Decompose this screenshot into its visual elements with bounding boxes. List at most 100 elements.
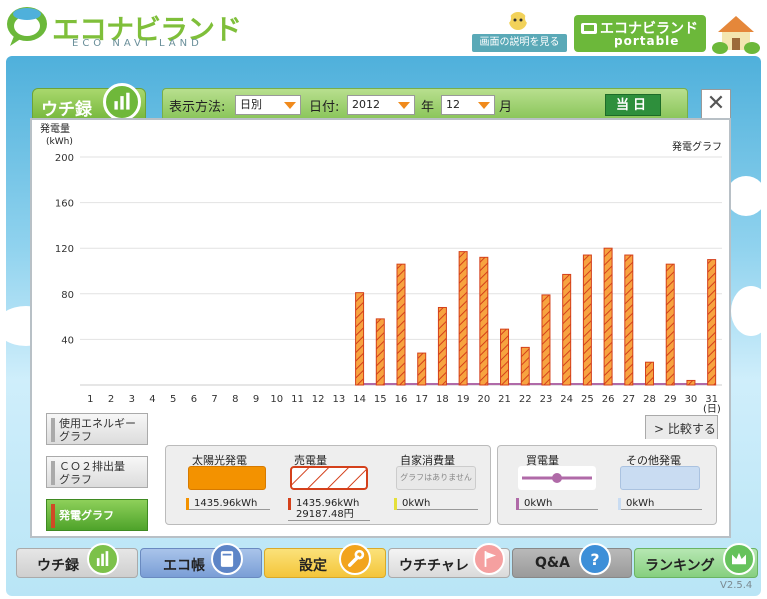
nav-ranking[interactable]: ランキング xyxy=(634,543,758,578)
marker xyxy=(618,498,621,510)
bar-day-31[interactable] xyxy=(707,259,717,386)
bar-day-16[interactable] xyxy=(396,263,406,386)
x-tick-label: 5 xyxy=(170,394,176,405)
button-label: 使用エネルギー xyxy=(59,417,136,430)
x-tick-label: 24 xyxy=(560,394,573,405)
x-tick-label: 19 xyxy=(457,394,470,405)
bar-chart-icon xyxy=(87,543,119,575)
month-value: 12 xyxy=(446,98,460,111)
nav-qa[interactable]: Q&A ? xyxy=(512,543,632,578)
x-tick-label: 8 xyxy=(232,394,238,405)
x-tick-label: 22 xyxy=(519,394,532,405)
x-tick-label: 10 xyxy=(270,394,283,405)
bar-day-21[interactable] xyxy=(500,328,510,386)
x-tick-label: 3 xyxy=(129,394,135,405)
nav-label: ウチ録 xyxy=(37,558,79,574)
y-tick-label: 80 xyxy=(61,290,74,301)
x-tick-label: 30 xyxy=(685,394,698,405)
x-tick-label: 26 xyxy=(602,394,615,405)
x-tick-label: 18 xyxy=(436,394,449,405)
nav-settings[interactable]: 設定 xyxy=(264,543,386,578)
generation-graph-button[interactable]: 発電グラフ xyxy=(46,499,148,531)
energy-usage-graph-button[interactable]: 使用エネルギー グラフ xyxy=(46,413,148,445)
sold-yen-text: 29187.48円 xyxy=(296,509,354,520)
bar-day-18[interactable] xyxy=(437,306,447,386)
question-icon: ? xyxy=(579,543,611,575)
compare-label: 比較する xyxy=(667,422,716,436)
dropdown-arrow-icon xyxy=(398,102,410,109)
bar-day-25[interactable] xyxy=(582,254,592,386)
nav-uchichalle[interactable]: ウチチャレ xyxy=(388,543,510,578)
bought-value: 0kWh xyxy=(516,498,598,510)
version-label: V2.5.4 xyxy=(720,580,753,591)
cloud xyxy=(726,176,766,216)
bar-day-29[interactable] xyxy=(665,263,675,386)
bar-day-22[interactable] xyxy=(520,346,530,386)
tab-uchiroku[interactable]: ウチ録 xyxy=(32,83,146,122)
bar-day-20[interactable] xyxy=(479,256,489,386)
tab-uchiroku-label: ウチ録 xyxy=(41,100,92,120)
bought-swatch xyxy=(518,466,596,490)
flag-icon xyxy=(473,543,505,575)
close-button[interactable]: ✕ xyxy=(701,89,731,119)
button-label: グラフ xyxy=(59,430,92,443)
other-generation-value-text: 0kWh xyxy=(626,498,655,509)
x-tick-label: 29 xyxy=(664,394,677,405)
marker xyxy=(288,498,291,510)
bar-day-14[interactable] xyxy=(355,292,365,386)
x-tick-label: 25 xyxy=(581,394,594,405)
nav-label: Q&A xyxy=(535,555,570,571)
marker xyxy=(516,498,519,510)
nav-label: ウチチャレ xyxy=(399,558,469,574)
bar-day-27[interactable] xyxy=(624,254,634,386)
x-tick-label: 15 xyxy=(374,394,387,405)
crown-icon xyxy=(723,543,755,575)
svg-text:?: ? xyxy=(590,550,599,569)
bar-day-24[interactable] xyxy=(562,273,572,386)
self-consumption-value: 0kWh xyxy=(394,498,478,510)
year-select[interactable]: 2012 xyxy=(347,95,415,115)
bar-day-23[interactable] xyxy=(541,294,551,386)
x-tick-label: 12 xyxy=(312,394,325,405)
house-icon[interactable] xyxy=(712,12,760,54)
button-label: 発電グラフ xyxy=(59,509,114,522)
month-select[interactable]: 12 xyxy=(441,95,495,115)
x-tick-label: 23 xyxy=(540,394,553,405)
bar-day-30[interactable] xyxy=(686,379,696,386)
nav-label: ランキング xyxy=(645,558,715,574)
indicator-bar xyxy=(51,461,55,485)
year-label: 年 xyxy=(421,100,435,115)
other-generation-swatch xyxy=(620,466,700,490)
compare-tab[interactable]: > 比較する xyxy=(645,415,718,439)
bar-day-26[interactable] xyxy=(603,247,613,386)
y-tick-label: 160 xyxy=(55,199,74,210)
nav-ecocho[interactable]: エコ帳 xyxy=(140,543,262,578)
bar-day-28[interactable] xyxy=(645,361,655,386)
portable-button[interactable]: エコナビランド portable xyxy=(574,15,706,52)
nav-uchiroku[interactable]: ウチ録 xyxy=(16,543,138,578)
generation-bar-chart: 40801201602001 2 3 4 5 6 7 8 9 10 11 12 13 14 15 16 17 18… xyxy=(55,153,722,405)
self-consumption-value-text: 0kWh xyxy=(402,498,431,509)
helper-character-icon xyxy=(505,12,531,30)
bar-day-17[interactable] xyxy=(417,352,427,386)
bar-chart-icon xyxy=(103,83,141,121)
display-method-value: 日別 xyxy=(240,98,262,111)
y-axis-label: 発電量 xyxy=(40,124,70,135)
x-tick-label: 13 xyxy=(333,394,346,405)
x-tick-label: 27 xyxy=(622,394,635,405)
y-tick-label: 200 xyxy=(55,153,74,164)
cloud xyxy=(731,286,767,336)
co2-graph-button[interactable]: ＣＯ２排出量 グラフ xyxy=(46,456,148,488)
x-tick-label: 20 xyxy=(477,394,490,405)
bar-day-19[interactable] xyxy=(458,251,468,386)
y-axis-unit: (kWh) xyxy=(46,137,73,147)
x-tick-label: 1 xyxy=(87,394,93,405)
screen-help-button[interactable]: 画面の説明を見る xyxy=(472,34,567,52)
portable-subtitle: portable xyxy=(614,34,680,48)
bar-day-15[interactable] xyxy=(375,318,385,386)
display-method-select[interactable]: 日別 xyxy=(235,95,301,115)
today-button[interactable]: 当日 xyxy=(605,94,661,116)
button-label: グラフ xyxy=(59,473,92,486)
solar-value-text: 1435.96kWh xyxy=(194,498,258,509)
nav-label: 設定 xyxy=(299,558,327,574)
